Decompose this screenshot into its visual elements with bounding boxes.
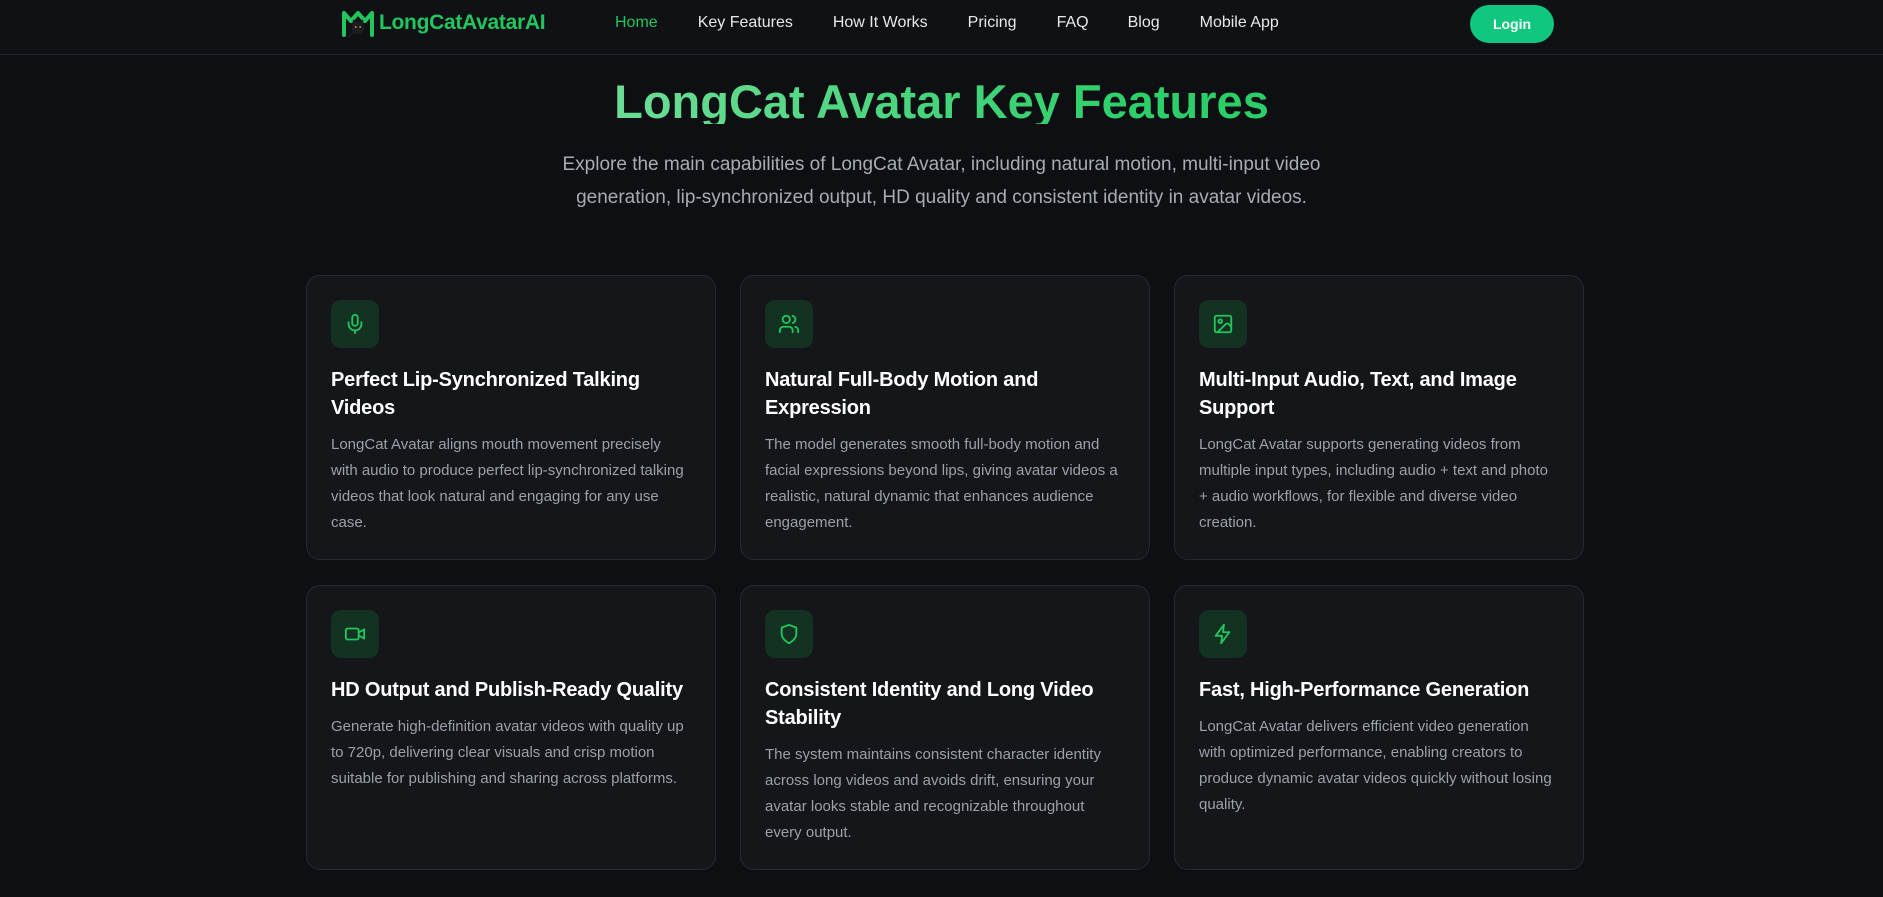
feature-title: HD Output and Publish-Ready Quality (331, 679, 683, 701)
feature-title: Fast, High-Performance Generation (1199, 679, 1530, 701)
feature-description: The system maintains consistent characte… (765, 746, 1101, 841)
lightning-icon (1199, 610, 1247, 658)
video-camera-icon (331, 610, 379, 658)
feature-description: LongCat Avatar delivers efficient video … (1199, 718, 1552, 813)
feature-card-consistent-identity: Consistent Identity and Long Video Stabi… (740, 585, 1150, 870)
nav-link-blog[interactable]: Blog (1128, 13, 1160, 33)
main-nav: Home Key Features How It Works Pricing F… (615, 13, 1279, 33)
feature-description: LongCat Avatar aligns mouth movement pre… (331, 436, 684, 531)
brand-logo-link[interactable]: LongCatAvatarAI (341, 8, 546, 38)
nav-link-mobile-app[interactable]: Mobile App (1200, 13, 1279, 33)
feature-title: Multi-Input Audio, Text, and Image Suppo… (1199, 369, 1517, 419)
top-navbar: LongCatAvatarAI Home Key Features How It… (0, 0, 1883, 55)
feature-card-hd-output: HD Output and Publish-Ready Quality Gene… (306, 585, 716, 870)
feature-title: Perfect Lip-Synchronized Talking Videos (331, 369, 640, 419)
feature-card-fast-generation: Fast, High-Performance Generation LongCa… (1174, 585, 1584, 870)
login-button[interactable]: Login (1470, 5, 1554, 43)
image-icon (1199, 300, 1247, 348)
shield-icon (765, 610, 813, 658)
feature-description: The model generates smooth full-body mot… (765, 436, 1118, 531)
users-icon (765, 300, 813, 348)
feature-description: LongCat Avatar supports generating video… (1199, 436, 1548, 531)
nav-link-pricing[interactable]: Pricing (968, 13, 1017, 33)
feature-title: Natural Full-Body Motion and Expression (765, 369, 1039, 419)
nav-link-faq[interactable]: FAQ (1057, 13, 1089, 33)
microphone-icon (331, 300, 379, 348)
nav-link-home[interactable]: Home (615, 13, 658, 33)
page-subtitle: Explore the main capabilities of LongCat… (562, 154, 1321, 208)
page-title: LongCat Avatar Key Features (0, 74, 1883, 124)
nav-link-how-it-works[interactable]: How It Works (833, 13, 928, 33)
feature-title: Consistent Identity and Long Video Stabi… (765, 679, 1094, 729)
feature-card-multi-input: Multi-Input Audio, Text, and Image Suppo… (1174, 275, 1584, 560)
features-grid: Perfect Lip-Synchronized Talking Videos … (306, 275, 1585, 870)
feature-card-lip-sync: Perfect Lip-Synchronized Talking Videos … (306, 275, 716, 560)
feature-card-full-body-motion: Natural Full-Body Motion and Expression … (740, 275, 1150, 560)
cat-logo-icon (342, 11, 374, 38)
nav-link-key-features[interactable]: Key Features (698, 13, 793, 33)
brand-name: LongCatAvatarAI (379, 11, 546, 34)
feature-description: Generate high-definition avatar videos w… (331, 718, 684, 787)
